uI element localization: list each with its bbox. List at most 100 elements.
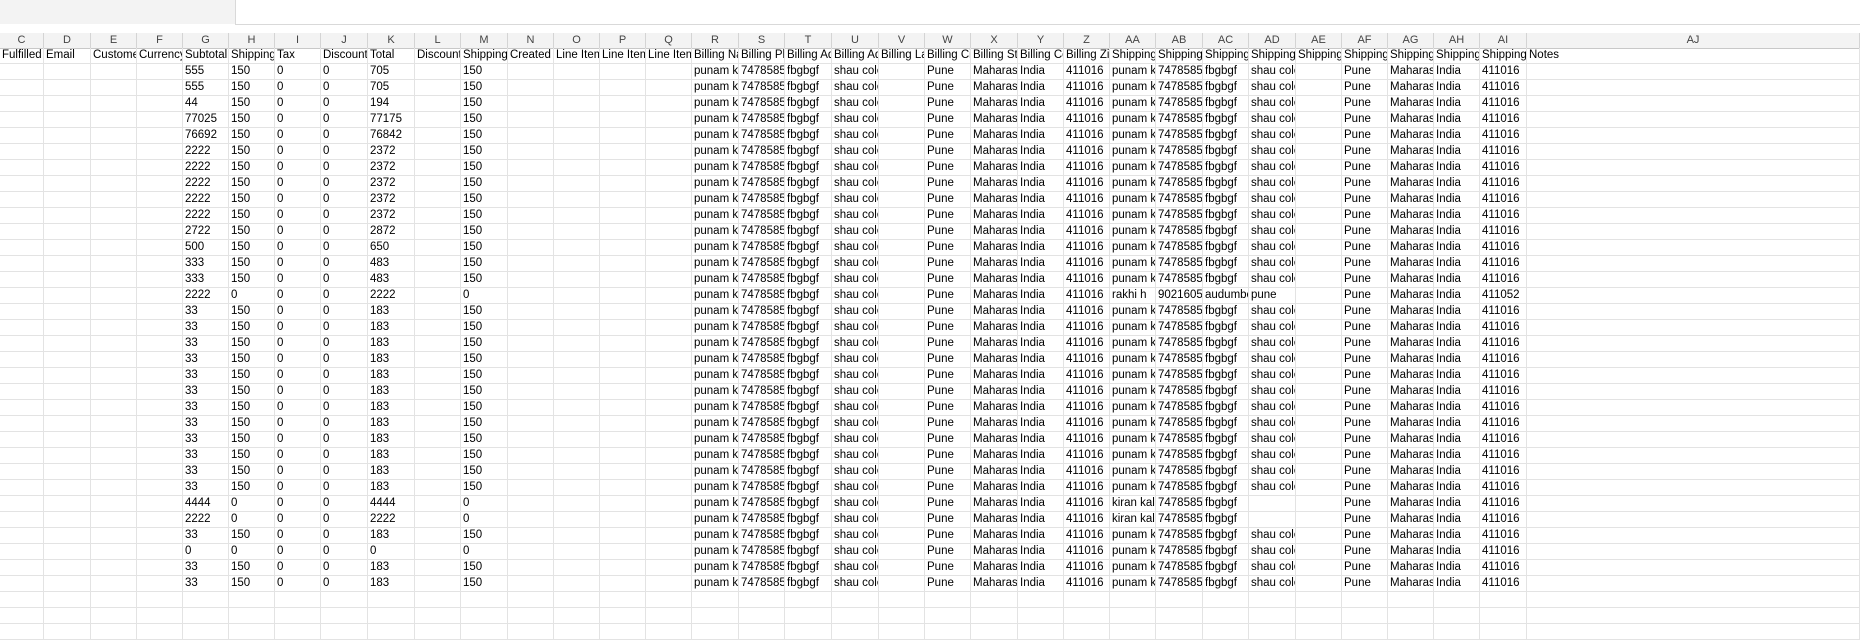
- column-header-c[interactable]: C: [0, 33, 44, 48]
- cell-l[interactable]: [415, 400, 461, 415]
- cell-y[interactable]: [1018, 624, 1064, 639]
- cell-r[interactable]: punam ka: [692, 240, 739, 255]
- cell-j[interactable]: 0: [321, 176, 368, 191]
- cell-k[interactable]: [368, 608, 415, 623]
- cell-ab[interactable]: 747858555: [1156, 272, 1203, 287]
- cell-d[interactable]: [44, 400, 91, 415]
- cell-u[interactable]: shau colo: [832, 224, 879, 239]
- cell-ab[interactable]: 747858555: [1156, 240, 1203, 255]
- cell-d[interactable]: [44, 224, 91, 239]
- cell-k[interactable]: 705: [368, 80, 415, 95]
- cell-e[interactable]: [91, 560, 137, 575]
- cell-x[interactable]: Maharash: [971, 304, 1018, 319]
- cell-i[interactable]: 0: [275, 416, 321, 431]
- cell-aa[interactable]: punam ka: [1110, 560, 1156, 575]
- cell-v[interactable]: [879, 432, 925, 447]
- cell-w[interactable]: Pune: [925, 96, 971, 111]
- cell-ad[interactable]: shau colo: [1249, 64, 1296, 79]
- cell-e[interactable]: [91, 336, 137, 351]
- cell-x[interactable]: Maharash: [971, 352, 1018, 367]
- cell-j[interactable]: 0: [321, 544, 368, 559]
- cell-af[interactable]: Pune: [1342, 512, 1388, 527]
- cell-m[interactable]: 150: [461, 368, 508, 383]
- cell-ac[interactable]: fbgbgf: [1203, 224, 1249, 239]
- cell-f[interactable]: [137, 336, 183, 351]
- cell-t[interactable]: fbgbgf: [785, 160, 832, 175]
- cell-o[interactable]: [554, 400, 600, 415]
- cell-u[interactable]: shau colo: [832, 336, 879, 351]
- cell-h[interactable]: 150: [229, 416, 275, 431]
- cell-ac[interactable]: fbgbgf: [1203, 368, 1249, 383]
- cell-c[interactable]: [0, 352, 44, 367]
- cell-v[interactable]: [879, 256, 925, 271]
- cell-ae[interactable]: [1296, 144, 1342, 159]
- cell-ae[interactable]: [1296, 208, 1342, 223]
- cell-t[interactable]: fbgbgf: [785, 512, 832, 527]
- cell-ad[interactable]: shau colo: [1249, 256, 1296, 271]
- cell-g[interactable]: 33: [183, 368, 229, 383]
- cell-t[interactable]: fbgbgf: [785, 416, 832, 431]
- cell-ac[interactable]: fbgbgf: [1203, 144, 1249, 159]
- cell-s[interactable]: 747858555: [739, 320, 785, 335]
- cell-aa[interactable]: punam ka: [1110, 80, 1156, 95]
- cell-e[interactable]: [91, 176, 137, 191]
- cell-e[interactable]: [91, 224, 137, 239]
- cell-ag[interactable]: Maharash: [1388, 80, 1434, 95]
- cell-q[interactable]: [646, 272, 692, 287]
- cell-g[interactable]: 33: [183, 320, 229, 335]
- cell-ab[interactable]: 747858555: [1156, 304, 1203, 319]
- cell-r[interactable]: punam ka: [692, 464, 739, 479]
- cell-u[interactable]: shau colo: [832, 80, 879, 95]
- cell-n[interactable]: [508, 448, 554, 463]
- cell-ai[interactable]: 411016: [1480, 224, 1527, 239]
- cell-q[interactable]: [646, 352, 692, 367]
- cell-q[interactable]: [646, 608, 692, 623]
- cell-u[interactable]: shau colo: [832, 256, 879, 271]
- cell-o[interactable]: [554, 256, 600, 271]
- cell-r[interactable]: [692, 608, 739, 623]
- cell-q[interactable]: [646, 64, 692, 79]
- cell-q[interactable]: [646, 432, 692, 447]
- cell-k[interactable]: 705: [368, 64, 415, 79]
- cell-e[interactable]: [91, 432, 137, 447]
- cell-x[interactable]: Maharash: [971, 544, 1018, 559]
- cell-u[interactable]: shau colo: [832, 544, 879, 559]
- cell-aj[interactable]: [1527, 608, 1860, 623]
- cell-q[interactable]: [646, 544, 692, 559]
- cell-m[interactable]: 150: [461, 240, 508, 255]
- cell-ae[interactable]: [1296, 352, 1342, 367]
- cell-ac[interactable]: [1203, 592, 1249, 607]
- cell-ac[interactable]: fbgbgf: [1203, 560, 1249, 575]
- cell-ai[interactable]: [1480, 592, 1527, 607]
- cell-v[interactable]: [879, 208, 925, 223]
- cell-ag[interactable]: Maharash: [1388, 304, 1434, 319]
- cell-ag[interactable]: Maharash: [1388, 512, 1434, 527]
- cell-s[interactable]: 747858555: [739, 368, 785, 383]
- column-header-f[interactable]: F: [137, 33, 183, 48]
- cell-r[interactable]: punam ka: [692, 448, 739, 463]
- cell-f[interactable]: [137, 96, 183, 111]
- cell-ac[interactable]: fbgbgf: [1203, 208, 1249, 223]
- cell-h[interactable]: 150: [229, 224, 275, 239]
- cell-d[interactable]: [44, 336, 91, 351]
- cell-aj[interactable]: [1527, 128, 1860, 143]
- cell-m[interactable]: 150: [461, 64, 508, 79]
- cell-d[interactable]: [44, 128, 91, 143]
- cell-u[interactable]: shau colo: [832, 432, 879, 447]
- cell-u[interactable]: shau colo: [832, 576, 879, 591]
- cell-aj[interactable]: Notes: [1527, 48, 1860, 63]
- cell-w[interactable]: [925, 608, 971, 623]
- cell-ae[interactable]: [1296, 320, 1342, 335]
- cell-ah[interactable]: India: [1434, 320, 1480, 335]
- cell-l[interactable]: [415, 384, 461, 399]
- cell-aa[interactable]: Shipping: [1110, 48, 1156, 63]
- cell-ai[interactable]: 411016: [1480, 272, 1527, 287]
- cell-k[interactable]: 183: [368, 448, 415, 463]
- cell-ab[interactable]: 747858555: [1156, 128, 1203, 143]
- cell-ab[interactable]: 747858555: [1156, 96, 1203, 111]
- cell-f[interactable]: [137, 528, 183, 543]
- cell-r[interactable]: punam ka: [692, 128, 739, 143]
- cell-ag[interactable]: Maharash: [1388, 192, 1434, 207]
- cell-p[interactable]: [600, 160, 646, 175]
- cell-i[interactable]: 0: [275, 576, 321, 591]
